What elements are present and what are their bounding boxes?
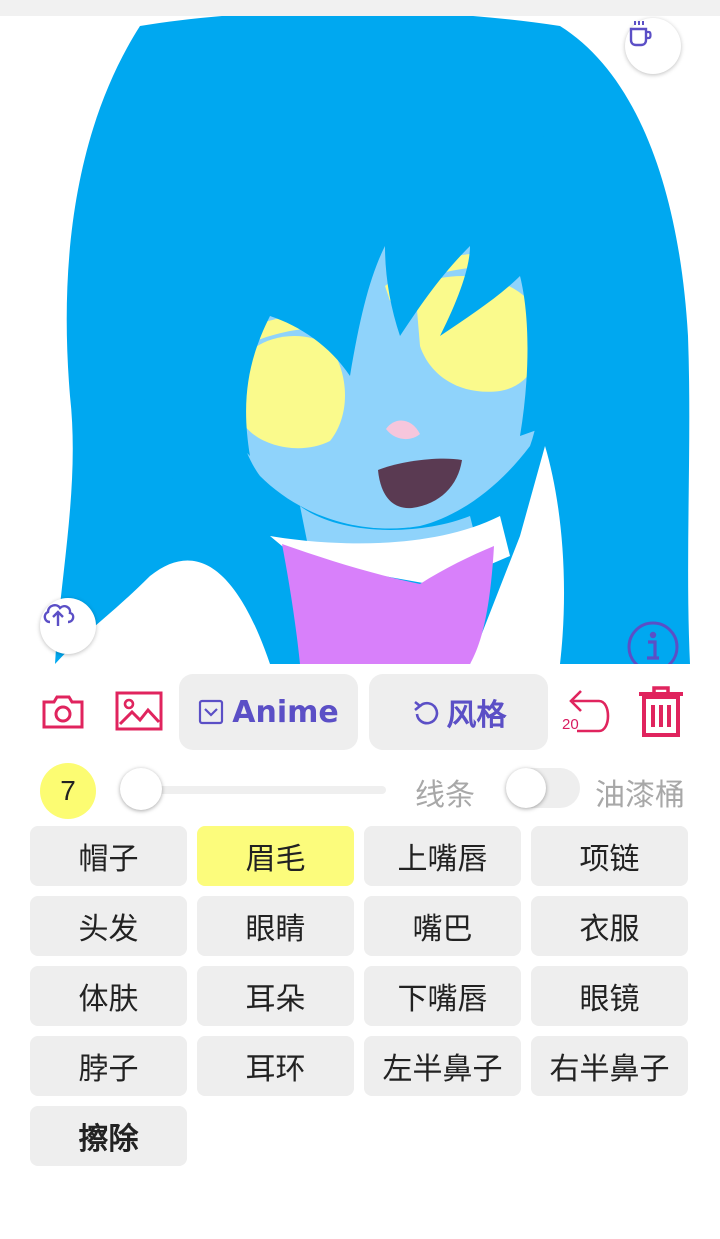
dropdown-box-icon (199, 699, 224, 725)
toolbar: Anime 风格 (0, 672, 720, 752)
rotate-ccw-icon (413, 700, 438, 725)
style-button[interactable]: 风格 (369, 674, 548, 750)
bucket-mode-label[interactable]: 油漆桶 (595, 770, 685, 814)
part-button[interactable]: 右半鼻子 (531, 1036, 688, 1096)
bucket-switch-thumb[interactable] (506, 768, 546, 808)
cloud-upload-icon (43, 604, 75, 626)
style-label: 风格 (446, 698, 507, 733)
anime-portrait (55, 16, 690, 664)
part-button[interactable]: 头发 (30, 896, 187, 956)
part-button[interactable]: 眉毛 (197, 826, 354, 886)
info-button[interactable] (626, 620, 680, 664)
part-button[interactable]: 左半鼻子 (364, 1036, 521, 1096)
part-button[interactable]: 脖子 (30, 1036, 187, 1096)
brush-size-slider-thumb[interactable] (120, 768, 162, 810)
delete-button[interactable] (634, 684, 688, 740)
part-button[interactable]: 衣服 (531, 896, 688, 956)
coffee-button[interactable] (625, 18, 681, 74)
anime-model-button[interactable]: Anime (179, 674, 358, 750)
coffee-icon (629, 21, 652, 47)
drawing-canvas[interactable] (0, 16, 720, 664)
part-button[interactable]: 体肤 (30, 966, 187, 1026)
part-button[interactable]: 耳朵 (197, 966, 354, 1026)
part-button[interactable]: 项链 (531, 826, 688, 886)
info-icon (627, 621, 679, 664)
trash-icon (639, 686, 683, 737)
part-button[interactable]: 擦除 (30, 1106, 187, 1166)
parts-grid: 帽子 眉毛 上嘴唇 项链头发 眼睛 嘴巴 衣服体肤 耳朵 下嘴唇 眼镜脖子 耳环 左半鼻子 右半鼻子擦除 (30, 826, 690, 1166)
top-status-strip (0, 0, 720, 16)
part-button[interactable]: 眼睛 (197, 896, 354, 956)
part-button[interactable]: 耳环 (197, 1036, 354, 1096)
undo-count: 20 (562, 716, 579, 733)
brush-controls: 7 线条 油漆桶 (0, 760, 720, 820)
part-button[interactable]: 眼镜 (531, 966, 688, 1026)
part-button[interactable]: 嘴巴 (364, 896, 521, 956)
upload-button[interactable] (40, 598, 96, 654)
part-button[interactable]: 帽子 (30, 826, 187, 886)
part-button[interactable]: 下嘴唇 (364, 966, 521, 1026)
camera-icon (42, 695, 84, 729)
image-icon (115, 691, 163, 731)
camera-button[interactable] (38, 690, 88, 734)
gallery-button[interactable] (112, 688, 166, 734)
line-mode-label[interactable]: 线条 (415, 770, 475, 814)
anime-label: Anime (232, 694, 339, 730)
brush-size-badge: 7 (40, 763, 96, 819)
part-button[interactable]: 上嘴唇 (364, 826, 521, 886)
